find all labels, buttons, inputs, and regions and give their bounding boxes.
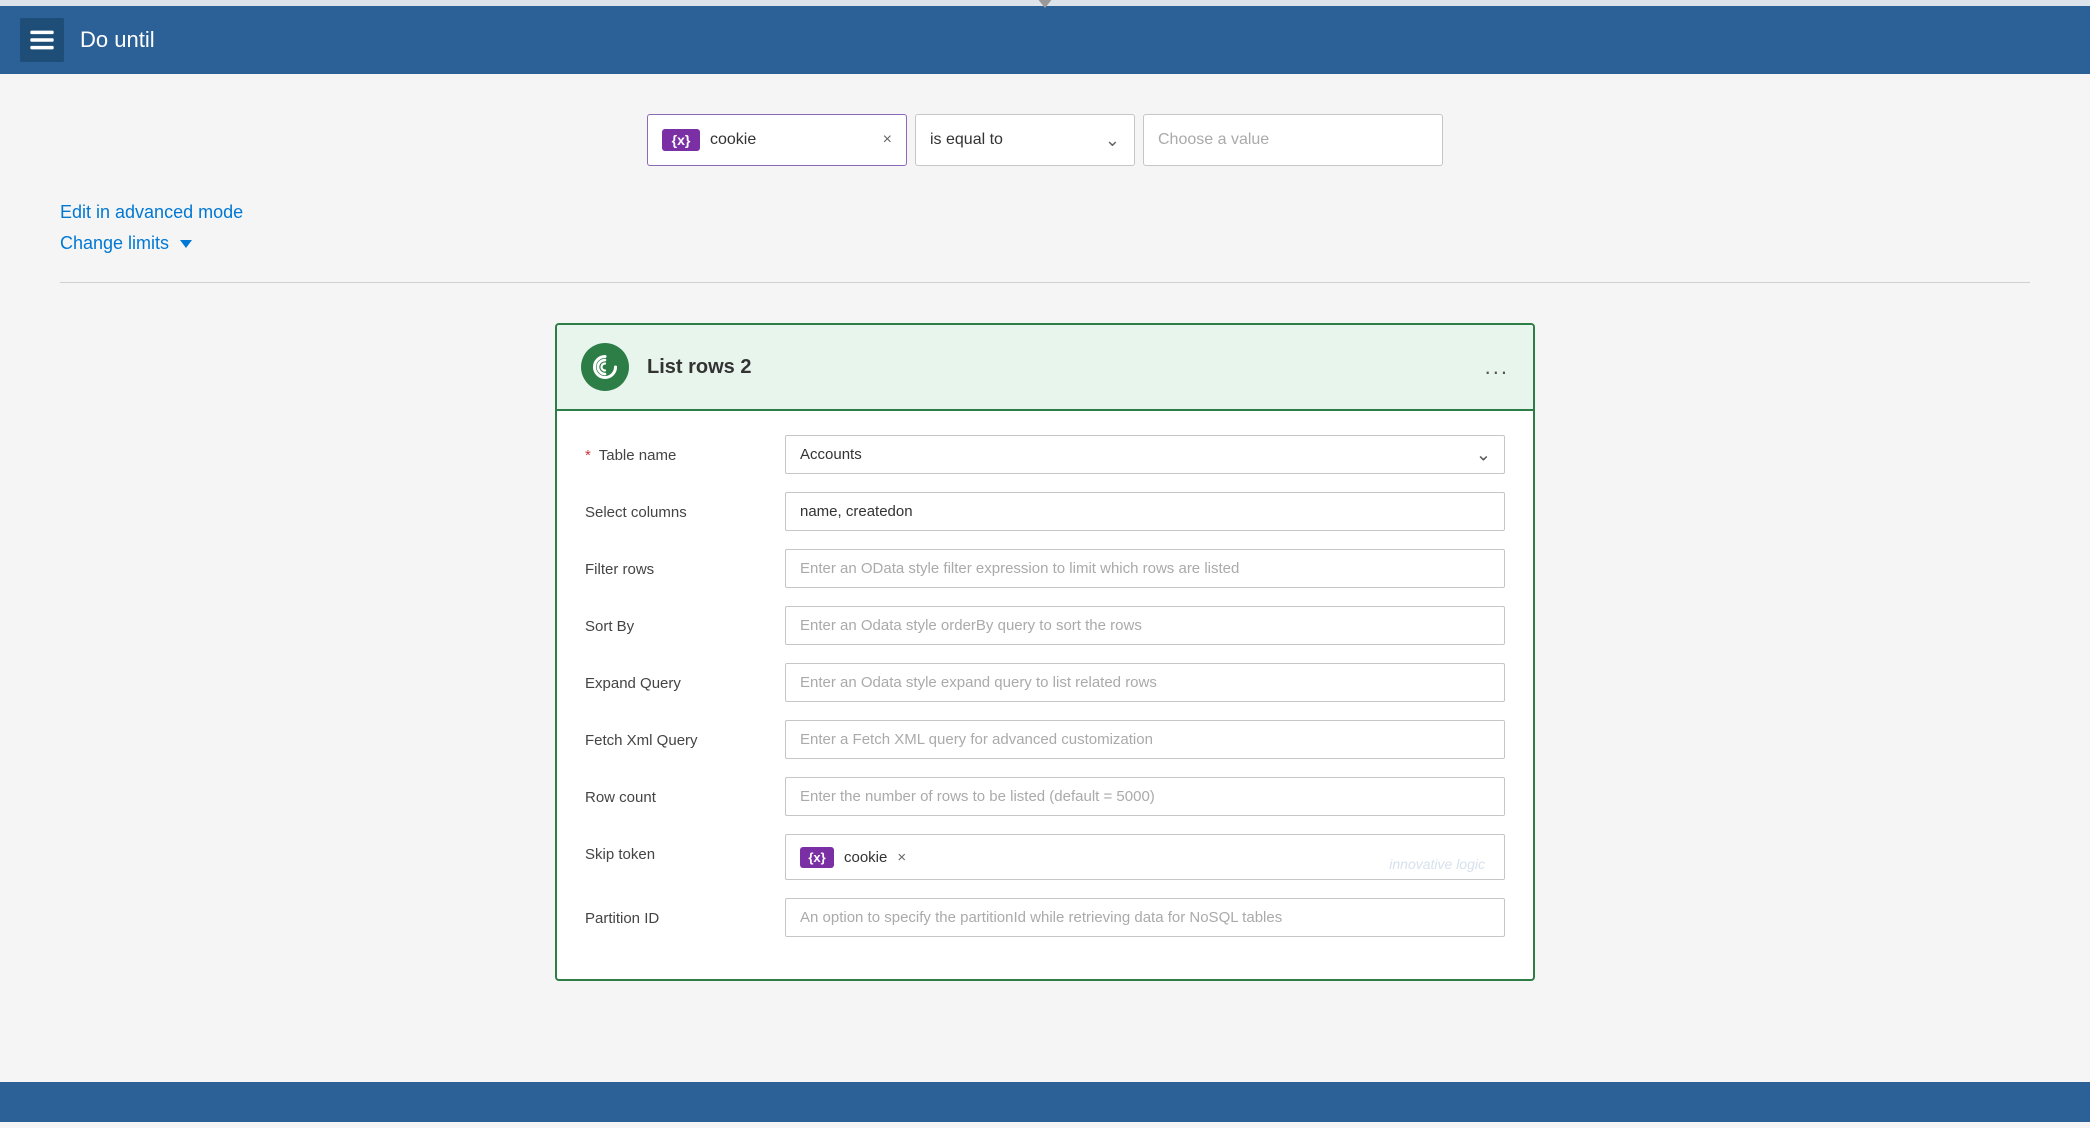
expand-query-label: Expand Query xyxy=(585,663,765,692)
expression-badge: {x} xyxy=(662,129,700,151)
links-section: Edit in advanced mode Change limits xyxy=(60,202,2030,254)
section-divider xyxy=(60,282,2030,283)
table-name-control: Accounts ⌄ xyxy=(785,435,1505,474)
card-title: List rows 2 xyxy=(647,356,751,379)
skip-token-input-wrapper[interactable]: {x} cookie × xyxy=(785,834,1505,880)
condition-right-value[interactable]: Choose a value xyxy=(1143,114,1443,166)
condition-operator-text: is equal to xyxy=(930,131,1105,149)
sort-by-input[interactable] xyxy=(785,606,1505,645)
select-columns-label: Select columns xyxy=(585,492,765,521)
change-limits-chevron-icon xyxy=(180,240,192,248)
skip-token-value: cookie xyxy=(844,849,887,866)
back-button[interactable] xyxy=(20,18,64,62)
condition-left-clear[interactable]: × xyxy=(883,131,892,149)
select-columns-input[interactable] xyxy=(785,492,1505,531)
partition-id-label: Partition ID xyxy=(585,898,765,927)
bottom-bar xyxy=(0,1082,2090,1122)
dataverse-icon xyxy=(591,353,619,381)
required-indicator: * xyxy=(585,447,591,464)
change-limits-link[interactable]: Change limits xyxy=(60,233,2030,254)
table-name-select[interactable]: Accounts xyxy=(785,435,1505,474)
form-row-select-columns: Select columns xyxy=(585,492,1505,531)
condition-row: {x} cookie × is equal to ⌄ Choose a valu… xyxy=(60,114,2030,166)
filter-rows-input[interactable] xyxy=(785,549,1505,588)
cursor-arrow-icon xyxy=(1037,0,1053,8)
expand-query-control xyxy=(785,663,1505,702)
main-content: {x} cookie × is equal to ⌄ Choose a valu… xyxy=(0,74,2090,1128)
condition-right-placeholder: Choose a value xyxy=(1158,131,1269,149)
sort-by-label: Sort By xyxy=(585,606,765,635)
page-title: Do until xyxy=(80,27,155,53)
table-name-label: * Table name xyxy=(585,435,765,464)
form-row-fetch-xml: Fetch Xml Query xyxy=(585,720,1505,759)
edit-advanced-link[interactable]: Edit in advanced mode xyxy=(60,202,2030,223)
filter-rows-control xyxy=(785,549,1505,588)
card-menu-button[interactable]: ... xyxy=(1485,354,1509,380)
row-count-control xyxy=(785,777,1505,816)
fetch-xml-label: Fetch Xml Query xyxy=(585,720,765,749)
form-row-sort-by: Sort By xyxy=(585,606,1505,645)
condition-left-value[interactable]: {x} cookie × xyxy=(647,114,907,166)
fetch-xml-control xyxy=(785,720,1505,759)
fetch-xml-input[interactable] xyxy=(785,720,1505,759)
skip-token-badge: {x} xyxy=(800,847,834,868)
partition-id-control xyxy=(785,898,1505,937)
list-rows-card: List rows 2 ... * Table name Accounts ⌄ xyxy=(555,323,1535,981)
partition-id-input[interactable] xyxy=(785,898,1505,937)
operator-chevron-icon: ⌄ xyxy=(1105,130,1120,151)
form-row-partition-id: Partition ID xyxy=(585,898,1505,937)
skip-token-label: Skip token xyxy=(585,834,765,863)
form-row-table-name: * Table name Accounts ⌄ xyxy=(585,435,1505,474)
sort-by-control xyxy=(785,606,1505,645)
condition-left-text: cookie xyxy=(710,131,875,149)
form-row-expand-query: Expand Query xyxy=(585,663,1505,702)
skip-token-control: {x} cookie × innovative logic xyxy=(785,834,1505,880)
table-name-select-wrapper: Accounts ⌄ xyxy=(785,435,1505,474)
card-header-left: List rows 2 xyxy=(581,343,751,391)
filter-rows-label: Filter rows xyxy=(585,549,765,578)
skip-token-clear[interactable]: × xyxy=(897,849,906,866)
form-row-row-count: Row count xyxy=(585,777,1505,816)
row-count-label: Row count xyxy=(585,777,765,806)
form-row-skip-token: Skip token {x} cookie × innovative logic xyxy=(585,834,1505,880)
select-columns-control xyxy=(785,492,1505,531)
card-header: List rows 2 ... xyxy=(557,325,1533,411)
row-count-input[interactable] xyxy=(785,777,1505,816)
card-body: * Table name Accounts ⌄ Select columns xyxy=(557,411,1533,979)
expand-query-input[interactable] xyxy=(785,663,1505,702)
dataverse-icon-circle xyxy=(581,343,629,391)
condition-operator-dropdown[interactable]: is equal to ⌄ xyxy=(915,114,1135,166)
header: Do until xyxy=(0,6,2090,74)
back-icon xyxy=(28,26,56,54)
form-row-filter-rows: Filter rows xyxy=(585,549,1505,588)
